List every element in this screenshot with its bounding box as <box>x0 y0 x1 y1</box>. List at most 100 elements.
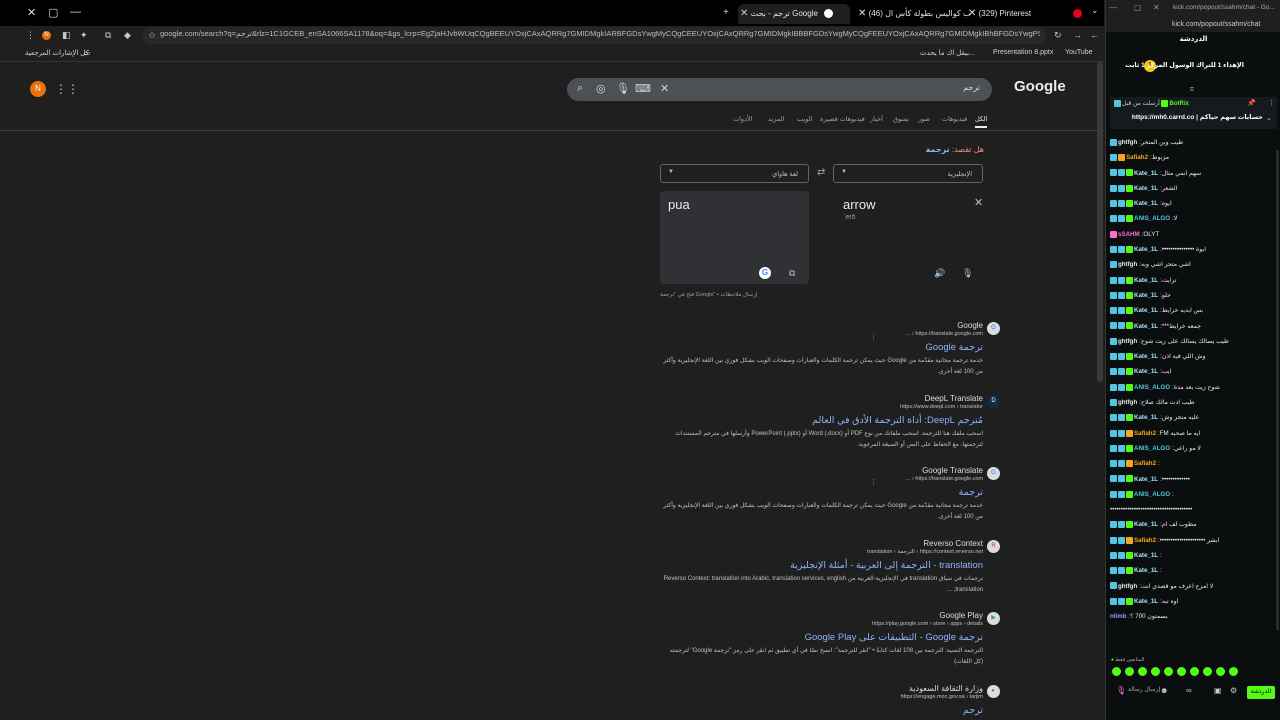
bot-username[interactable]: BotRix <box>1169 101 1188 107</box>
tab-images[interactable]: صور <box>918 115 930 123</box>
result-title[interactable]: ترجمة <box>660 487 983 498</box>
speaker-icon[interactable]: 🔊 <box>934 268 945 279</box>
chevron-down-icon[interactable]: ⌄ <box>1266 114 1272 122</box>
mic-icon[interactable]: 🎙 <box>616 82 630 95</box>
tab-web[interactable]: الويب <box>797 115 812 123</box>
settings-icon[interactable]: ⚙ <box>1230 686 1237 695</box>
chat-username[interactable]: Kate_1L <box>1134 567 1158 574</box>
back-icon[interactable]: ← <box>1090 30 1099 40</box>
chat-username[interactable]: Kate_1L <box>1134 521 1158 528</box>
minimize-icon[interactable]: — <box>70 6 81 18</box>
tab-youtube[interactable]: ✕ (46) طلب كواليس بطولة كأس ال... <box>858 4 970 24</box>
mic-icon[interactable]: 🎙 <box>1116 686 1126 695</box>
tab-videos[interactable]: فيديوهات <box>942 115 967 123</box>
google-logo[interactable]: Google <box>1014 78 1066 95</box>
suggestion-link[interactable]: ترجمة <box>926 145 950 154</box>
chat-username[interactable]: Kate_1L <box>1134 414 1158 421</box>
chat-username[interactable]: Safiah2 <box>1126 154 1148 161</box>
chat-username[interactable]: Kate_1L <box>1134 200 1158 207</box>
copy-icon[interactable]: ⧉ <box>789 268 795 279</box>
window-minimize-icon[interactable]: ✕ <box>1153 3 1160 12</box>
close-window-icon[interactable]: ✕ <box>27 6 36 19</box>
chat-username[interactable]: Kate_1L <box>1134 476 1158 483</box>
emote-icon[interactable] <box>1229 667 1238 676</box>
emote-icon[interactable] <box>1177 667 1186 676</box>
chat-username[interactable]: ANIS_ALGO <box>1134 215 1170 222</box>
profile-icon[interactable]: N <box>42 31 51 40</box>
swap-languages-icon[interactable]: ⇄ <box>817 167 825 178</box>
chat-username[interactable]: Safiah2 <box>1134 537 1156 544</box>
tab-search-icon[interactable]: ⌄ <box>1091 5 1099 16</box>
forward-icon[interactable]: → <box>1073 30 1082 40</box>
more-icon[interactable]: ⋮ <box>1268 99 1275 107</box>
extension-diamond-icon[interactable]: ◆ <box>124 30 131 41</box>
pin-icon[interactable]: 📌 <box>1247 99 1256 107</box>
result-title[interactable]: ترجمة Google <box>660 342 983 353</box>
result-title[interactable]: translation - الترجمة إلى العربية - أمثل… <box>660 560 983 571</box>
search-icon[interactable]: ⌕ <box>577 82 583 95</box>
chat-username[interactable]: Kate_1L <box>1134 292 1158 299</box>
page-scrollbar[interactable] <box>1097 62 1103 382</box>
window-maximize-icon[interactable]: ▢ <box>1134 3 1142 12</box>
sidebar-icon[interactable]: ◧ <box>62 30 71 41</box>
chat-username[interactable]: ANIS_ALGO <box>1134 445 1170 452</box>
chat-username[interactable]: Kate_1L <box>1134 185 1158 192</box>
screenshot-icon[interactable]: ⧉ <box>105 30 111 41</box>
result-title[interactable]: مُترجم DeepL: أداة الترجمة الأدق في العا… <box>660 415 983 426</box>
maximize-icon[interactable]: ▢ <box>48 6 58 19</box>
result-title[interactable]: ترجمة Google - التطبيقات على Google Play <box>660 632 983 643</box>
chat-username[interactable]: nlimb <box>1110 613 1127 620</box>
chat-scrollbar[interactable] <box>1276 150 1279 630</box>
chat-username[interactable]: Kate_1L <box>1134 277 1158 284</box>
expand-icon[interactable]: ⌅ <box>1188 83 1196 94</box>
chat-username[interactable]: sSAHM <box>1118 231 1140 238</box>
tab-all[interactable]: الكل <box>975 115 988 128</box>
result-title[interactable]: ترجم <box>660 705 983 716</box>
google-g-icon[interactable]: G <box>759 267 771 279</box>
send-chat-button[interactable]: الدردشة <box>1247 686 1275 699</box>
bookmark-presentation[interactable]: Presentation 8.pptx <box>993 49 1053 56</box>
chat-username[interactable]: ghtfgh <box>1118 399 1137 406</box>
bot-text[interactable]: حسابات سهم حياكم | https://mh0.carrd.co <box>1132 113 1263 121</box>
emote-icon[interactable] <box>1138 667 1147 676</box>
chat-username[interactable]: Kate_1L <box>1134 307 1158 314</box>
gift-icon[interactable]: ▣ <box>1214 686 1222 695</box>
emoji-icon[interactable]: ☻ <box>1160 686 1168 695</box>
all-bookmarks[interactable]: كل الإشارات المرجعية <box>25 49 89 57</box>
extensions-puzzle-icon[interactable]: ✦ <box>80 30 88 41</box>
keyboard-icon[interactable]: ⌨ <box>635 82 651 95</box>
chat-username[interactable]: ANIS_ALGO <box>1134 491 1170 498</box>
chat-username[interactable]: Kate_1L <box>1134 552 1158 559</box>
emote-icon[interactable] <box>1164 667 1173 676</box>
more-options-icon[interactable]: ⋮ <box>870 478 877 486</box>
source-language-select[interactable]: ▼ الإنجليزية <box>833 164 983 183</box>
chat-username[interactable]: ANIS_ALGO <box>1134 384 1170 391</box>
chat-username[interactable]: Safiah2 <box>1134 430 1156 437</box>
chat-username[interactable]: ghtfgh <box>1118 583 1137 590</box>
target-language-select[interactable]: ▼ لغة هاواي <box>660 164 809 183</box>
clear-text-icon[interactable]: ✕ <box>974 196 983 209</box>
chat-input[interactable]: إرسال رسالة <box>1128 686 1160 693</box>
reload-icon[interactable]: ↻ <box>1054 30 1062 41</box>
tab-news[interactable]: أخبار <box>870 115 883 123</box>
bookmark-youtube[interactable]: YouTube <box>1065 49 1093 56</box>
translate-footer[interactable]: فتح في "ترجمة Google" • إرسال ملاحظات <box>660 292 757 298</box>
emote-icon[interactable] <box>1203 667 1212 676</box>
emote-icon[interactable] <box>1216 667 1225 676</box>
bookmark-item[interactable]: بيقل اك ما يحدث... <box>920 49 975 57</box>
chat-username[interactable]: Safiah2 <box>1134 460 1156 467</box>
source-text-input[interactable]: arrow <box>843 197 876 212</box>
chat-username[interactable]: ghtfgh <box>1118 338 1137 345</box>
chat-username[interactable]: ghtfgh <box>1118 261 1137 268</box>
chat-username[interactable]: ghtfgh <box>1118 139 1137 146</box>
more-options-icon[interactable]: ⋮ <box>870 333 877 341</box>
apps-grid-icon[interactable]: ⋮⋮ <box>55 82 79 96</box>
emote-icon[interactable] <box>1112 667 1121 676</box>
search-box[interactable]: ⌕ ◎ 🎙 ⌨ ✕ ترجم <box>567 78 992 101</box>
chat-username[interactable]: Kate_1L <box>1134 353 1158 360</box>
chat-username[interactable]: Kate_1L <box>1134 598 1158 605</box>
chat-username[interactable]: Kate_1L <box>1134 368 1158 375</box>
bookmark-star-icon[interactable]: ☆ <box>148 30 156 41</box>
tab-tools[interactable]: الأدوات <box>733 115 752 123</box>
emote-icon[interactable] <box>1125 667 1134 676</box>
